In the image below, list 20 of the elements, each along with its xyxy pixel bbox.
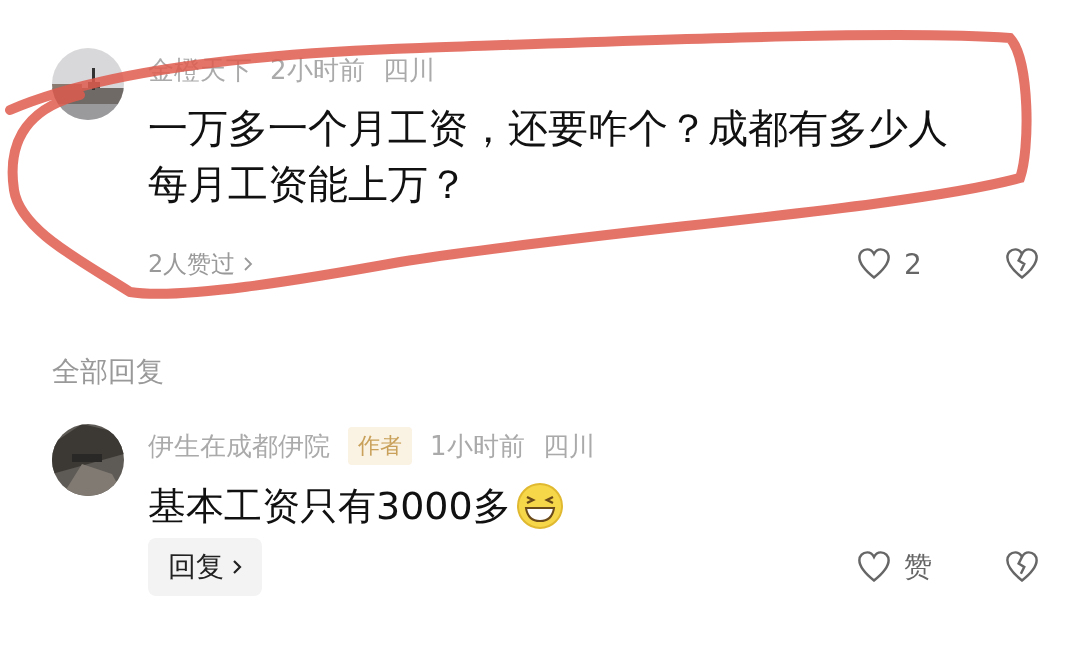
- likers-link[interactable]: 2人赞过: [148, 248, 254, 280]
- heart-icon[interactable]: [856, 549, 892, 585]
- reply-location: 四川: [542, 429, 595, 463]
- broken-heart-icon[interactable]: [1004, 246, 1040, 282]
- like-label[interactable]: 赞: [904, 548, 1004, 586]
- comment-time: 2小时前: [270, 53, 365, 87]
- reply-text: 基本工资只有3000多: [148, 482, 511, 530]
- comment-text: 一万多一个月工资，还要咋个？成都有多少人每月工资能上万？: [148, 104, 949, 209]
- author-name[interactable]: 伊生在成都伊院: [148, 428, 330, 464]
- reply-button[interactable]: 回复: [148, 538, 262, 596]
- chevron-icon: [232, 559, 242, 575]
- grin-emoji-icon: [514, 481, 565, 531]
- replies-heading: 全部回复: [52, 354, 165, 390]
- broken-heart-icon[interactable]: [1004, 549, 1040, 585]
- like-count: 2: [904, 247, 923, 281]
- heart-icon[interactable]: [856, 246, 892, 282]
- chevron-icon: [243, 256, 254, 272]
- comment-location: 四川: [382, 53, 435, 87]
- reply-time: 1小时前: [430, 429, 525, 463]
- author-badge: 作者: [348, 427, 412, 465]
